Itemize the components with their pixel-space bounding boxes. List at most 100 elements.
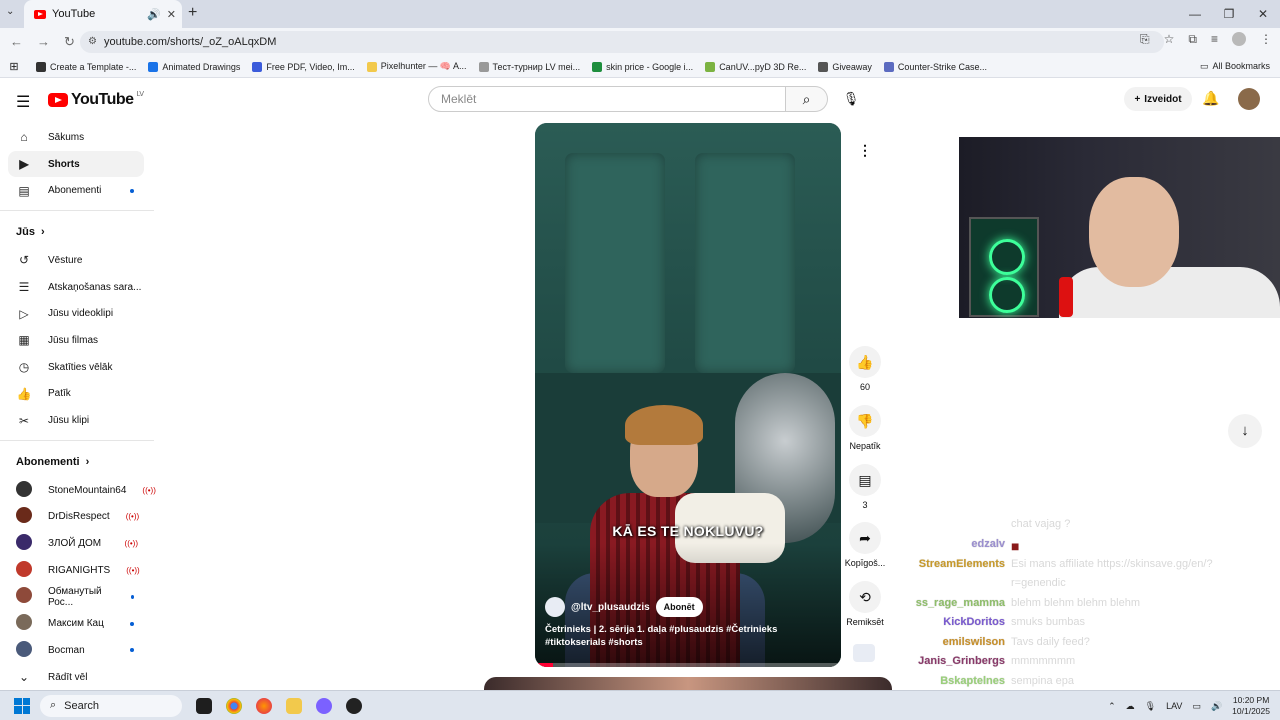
create-button[interactable]: + Izveidot: [1124, 87, 1192, 111]
voice-search-button[interactable]: 🎙: [838, 86, 864, 112]
bookmark-item[interactable]: Giveaway: [818, 61, 872, 72]
sidebar-item[interactable]: ◷ Skatīties vēlāk: [8, 354, 144, 381]
sidebar-item[interactable]: 👍 Patīk: [8, 381, 144, 408]
chat-text: sempina epa: [1011, 675, 1074, 687]
sidebar-item[interactable]: ЗЛОЙ ДОМ ((•)): [8, 530, 144, 557]
bookmark-star-icon[interactable]: ☆: [1164, 32, 1175, 47]
mic-tray-icon[interactable]: 🎙: [1145, 701, 1156, 712]
reload-icon[interactable]: ↻: [64, 34, 75, 50]
network-icon[interactable]: ☁: [1126, 701, 1135, 712]
sidebar-item[interactable]: Максим Кац: [8, 610, 144, 637]
notifications-bell-icon[interactable]: 🔔: [1202, 90, 1219, 107]
chat-message: emilswilson Tavs daily feed?: [900, 636, 1090, 648]
browser-tab-youtube[interactable]: YouTube 🔊 ✕: [24, 0, 182, 28]
chrome-icon[interactable]: [226, 697, 242, 714]
sidebar-item[interactable]: Обманутый Рос...: [8, 584, 144, 611]
discord-icon[interactable]: [316, 697, 332, 714]
video-description[interactable]: Četrinieks | 2. sērija 1. daļa #plusaudz…: [545, 623, 835, 649]
audio-channel-avatar[interactable]: [853, 644, 875, 662]
comments-button[interactable]: ▤ 3: [840, 464, 890, 510]
webcam-overlay: [959, 137, 1280, 318]
chat-text: Esi mans affiliate https://skinsave.gg/e…: [1011, 558, 1213, 570]
sidebar-subscriptions-heading[interactable]: Abonementi ›: [0, 447, 154, 477]
sidebar-item[interactable]: Bocman: [8, 637, 144, 664]
extensions-icon[interactable]: ⧉: [1188, 32, 1197, 47]
chevron-right-icon: ›: [40, 226, 45, 239]
bookmark-item[interactable]: Pixelhunter — 🧠 A...: [366, 61, 467, 72]
chat-message: Janis_Grinbergs mmmmmmm: [900, 655, 1075, 667]
dislike-button[interactable]: 👎 Nepatīk: [840, 405, 890, 451]
sidebar-item[interactable]: ✂ Jūsu klipi: [8, 407, 144, 434]
youtube-logo[interactable]: YouTube LV: [48, 91, 144, 109]
next-video-button[interactable]: ↓: [1228, 414, 1262, 448]
close-window-button[interactable]: ✕: [1246, 0, 1280, 28]
remix-button[interactable]: ⟲ Remiksēt: [840, 581, 890, 627]
all-bookmarks-button[interactable]: ▭ All Bookmarks: [1200, 61, 1270, 72]
back-icon[interactable]: ←: [10, 34, 23, 50]
file-explorer-icon[interactable]: [286, 697, 302, 714]
sidebar-item[interactable]: DrDisRespect ((•)): [8, 504, 144, 531]
sidebar-item[interactable]: ↺ Vēsture: [8, 247, 144, 274]
tab-search-dropdown-icon[interactable]: ⌄: [6, 6, 14, 17]
sidebar-item[interactable]: ☰ Atskaņošanas sara...: [8, 274, 144, 301]
sidebar-item[interactable]: StoneMountain64 ((•)): [8, 477, 156, 504]
bookmark-item[interactable]: Free PDF, Video, Im...: [252, 61, 355, 72]
microphone-icon: 🎙: [842, 91, 860, 106]
next-short-preview[interactable]: [484, 677, 892, 691]
sidebar-show-more[interactable]: ⌄ Rādīt vēl: [8, 664, 144, 691]
sidebar-item[interactable]: ▤ Abonementi: [8, 177, 144, 204]
bookmark-item[interactable]: Тест-турнир LV mei...: [478, 61, 580, 72]
video-progress-bar[interactable]: [535, 663, 841, 667]
bookmark-item[interactable]: skin price - Google i...: [592, 61, 693, 72]
sidebar-you-heading[interactable]: Jūs ›: [0, 217, 154, 247]
task-view-icon[interactable]: [196, 697, 212, 714]
sidebar-item-label: Vēsture: [48, 254, 83, 266]
volume-icon[interactable]: 🔊: [1211, 701, 1222, 712]
address-bar[interactable]: ⚙ youtube.com/shorts/_oZ_oALqxDM: [80, 31, 1164, 53]
apps-grid-icon[interactable]: ⊞: [0, 60, 28, 73]
firefox-icon[interactable]: [256, 697, 272, 714]
taskbar-search[interactable]: ⌕ Search: [40, 694, 182, 717]
sidebar-item[interactable]: ▶ Shorts: [8, 150, 144, 178]
sidebar-item[interactable]: RIGANIGHTS ((•)): [8, 557, 144, 584]
subscribe-button[interactable]: Abonēt: [655, 597, 703, 617]
display-icon[interactable]: ▭: [1192, 701, 1201, 712]
account-avatar[interactable]: [1238, 88, 1260, 110]
install-app-icon[interactable]: ⎘: [1140, 32, 1150, 47]
bookmark-item[interactable]: CanUV...pyD 3D Re...: [705, 61, 806, 72]
browser-menu-icon[interactable]: ⋮: [1260, 32, 1272, 47]
search-input[interactable]: Meklēt: [428, 86, 786, 112]
guide-menu-icon[interactable]: ☰: [16, 92, 30, 112]
obs-icon[interactable]: [346, 697, 362, 714]
bookmark-item[interactable]: Counter-Strike Case...: [883, 61, 987, 72]
channel-avatar[interactable]: [545, 597, 565, 617]
language-indicator[interactable]: LAV: [1166, 701, 1182, 711]
forward-icon[interactable]: →: [37, 34, 50, 50]
sidebar-item[interactable]: ▷ Jūsu videoklipi: [8, 300, 144, 327]
tab-audio-icon[interactable]: 🔊: [147, 8, 161, 21]
channel-avatar-wrap: [16, 587, 32, 606]
more-options-button[interactable]: ⋮: [850, 136, 880, 166]
windows-start-icon[interactable]: [14, 697, 30, 714]
new-tab-button[interactable]: +: [188, 4, 197, 22]
media-controls-icon[interactable]: ≡: [1211, 32, 1218, 47]
tray-overflow-icon[interactable]: ⌃: [1108, 701, 1116, 712]
site-info-icon[interactable]: ⚙: [88, 36, 97, 47]
channel-name[interactable]: @ltv_plusaudzis: [571, 602, 650, 613]
share-button[interactable]: ➦ Kopīgoš...: [840, 522, 890, 568]
bookmark-item[interactable]: Animated Drawings: [148, 61, 240, 72]
sidebar-item[interactable]: ▦ Jūsu filmas: [8, 327, 144, 354]
tab-close-icon[interactable]: ✕: [167, 8, 176, 21]
minimize-button[interactable]: —: [1178, 0, 1212, 28]
chat-text: chat vajag ?: [1011, 518, 1071, 530]
short-video-player[interactable]: KĀ ES TE NOKLUVU? @ltv_plusaudzis Abonēt…: [535, 123, 841, 667]
sidebar-item[interactable]: ⌂ Sākums: [8, 124, 144, 151]
channel-row: @ltv_plusaudzis Abonēt: [545, 597, 703, 617]
profile-avatar[interactable]: [1232, 32, 1246, 46]
search-button[interactable]: ⌕: [786, 86, 828, 112]
clock[interactable]: 10:20 PM 10/1/2025: [1232, 695, 1270, 717]
like-button[interactable]: 👍 60: [840, 346, 890, 392]
bookmark-item[interactable]: Create a Template -...: [36, 61, 136, 72]
video-wall-panel: [565, 153, 665, 373]
restore-button[interactable]: ❐: [1212, 0, 1246, 28]
